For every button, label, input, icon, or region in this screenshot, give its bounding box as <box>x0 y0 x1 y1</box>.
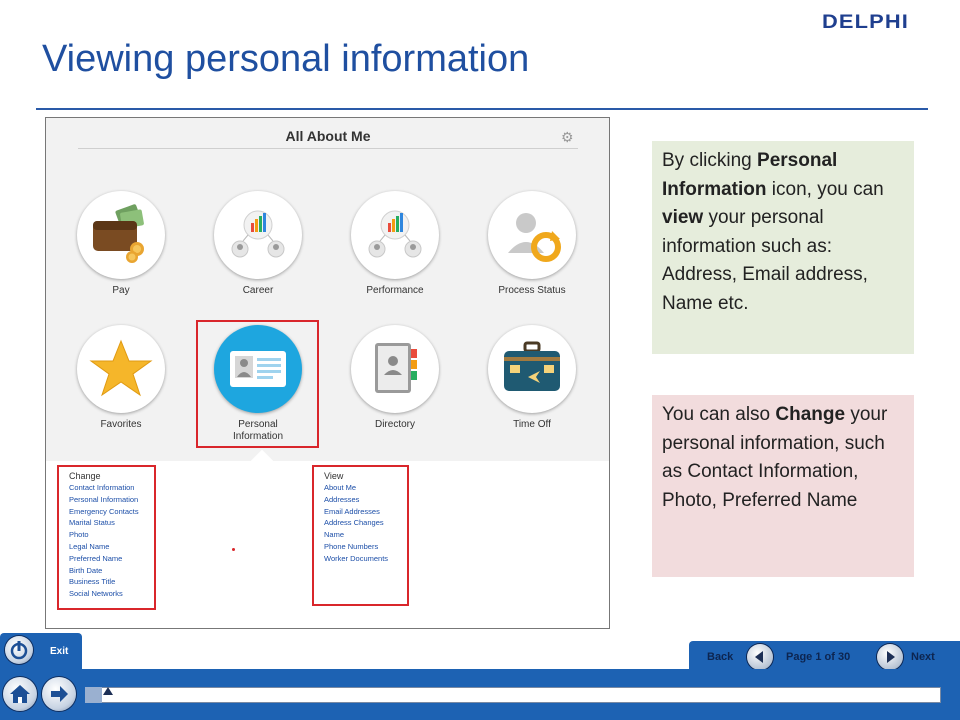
change-links-box: Change Contact Information Personal Info… <box>57 465 156 610</box>
change-link-photo[interactable]: Photo <box>69 529 154 541</box>
performance-chart-icon <box>351 191 439 279</box>
change-link-contact-information[interactable]: Contact Information <box>69 482 154 494</box>
home-icon[interactable] <box>3 677 37 711</box>
suitcase-icon <box>488 325 576 413</box>
exit-button[interactable]: Exit <box>50 646 68 657</box>
change-link-preferred-name[interactable]: Preferred Name <box>69 553 154 565</box>
title-divider <box>36 108 928 110</box>
app-screenshot: All About Me ⚙ Pay Career Performance Pr… <box>45 117 610 629</box>
progress-knob[interactable] <box>103 687 113 701</box>
red-dot-marker <box>232 548 235 551</box>
tile-label: Favorites <box>100 419 142 430</box>
tile-career[interactable]: Career <box>198 191 318 297</box>
delphi-logo: DELPHI <box>822 12 910 33</box>
note-view-info: By clicking Personal Information icon, y… <box>652 141 914 354</box>
process-status-icon <box>488 191 576 279</box>
progress-track[interactable] <box>85 687 941 703</box>
note-text: icon, you can <box>766 178 884 200</box>
tile-label: Process Status <box>498 285 566 296</box>
change-link-business-title[interactable]: Business Title <box>69 576 154 588</box>
note-change-info: You can also Change your personal inform… <box>652 395 914 577</box>
highlight-box-personal-information <box>196 320 319 448</box>
address-book-icon <box>351 325 439 413</box>
power-icon[interactable] <box>5 636 33 664</box>
note-bold: view <box>662 207 704 228</box>
tile-favorites[interactable]: Favorites <box>61 325 181 431</box>
change-link-birth-date[interactable]: Birth Date <box>69 565 154 577</box>
view-link-about-me[interactable]: About Me <box>324 482 407 494</box>
change-link-emergency-contacts[interactable]: Emergency Contacts <box>69 506 154 518</box>
note-bold: Change <box>775 404 846 425</box>
next-button[interactable]: Next <box>911 651 935 663</box>
tile-label: Pay <box>112 285 130 296</box>
change-link-marital-status[interactable]: Marital Status <box>69 517 154 529</box>
star-icon <box>77 325 165 413</box>
view-link-phone-numbers[interactable]: Phone Numbers <box>324 541 407 553</box>
progress-fill <box>85 687 102 703</box>
change-link-legal-name[interactable]: Legal Name <box>69 541 154 553</box>
tile-time-off[interactable]: Time Off <box>472 325 592 431</box>
tile-label: Career <box>242 285 274 296</box>
view-link-name[interactable]: Name <box>324 529 407 541</box>
change-link-personal-information[interactable]: Personal Information <box>69 494 154 506</box>
view-link-email-addresses[interactable]: Email Addresses <box>324 506 407 518</box>
note-text: You can also <box>662 404 776 425</box>
gear-icon[interactable]: ⚙ <box>561 130 574 144</box>
view-link-addresses[interactable]: Addresses <box>324 494 407 506</box>
change-link-social-networks[interactable]: Social Networks <box>69 588 154 600</box>
tile-performance[interactable]: Performance <box>335 191 455 297</box>
forward-icon[interactable] <box>42 677 76 711</box>
tile-label: Directory <box>374 419 415 430</box>
view-link-address-changes[interactable]: Address Changes <box>324 517 407 529</box>
app-header-divider <box>78 148 578 149</box>
tile-label: Performance <box>366 285 424 296</box>
back-arrow-icon[interactable] <box>747 644 773 670</box>
tile-label: Time Off <box>513 419 551 430</box>
slide-title: Viewing personal information <box>42 38 530 80</box>
view-links-box: View About Me Addresses Email Addresses … <box>312 465 409 606</box>
view-header: View <box>324 471 344 481</box>
view-link-worker-documents[interactable]: Worker Documents <box>324 553 407 565</box>
note-text: By clicking <box>662 150 758 171</box>
back-button[interactable]: Back <box>707 651 733 663</box>
page-indicator: Page 1 of 30 <box>786 651 851 663</box>
app-header: All About Me <box>285 128 371 144</box>
tile-directory[interactable]: Directory <box>335 325 455 431</box>
change-header: Change <box>69 471 101 481</box>
tile-process-status[interactable]: Process Status <box>472 191 592 297</box>
next-arrow-icon[interactable] <box>877 644 903 670</box>
career-chart-icon <box>214 191 302 279</box>
wallet-icon <box>77 191 165 279</box>
tile-pay[interactable]: Pay <box>61 191 181 297</box>
